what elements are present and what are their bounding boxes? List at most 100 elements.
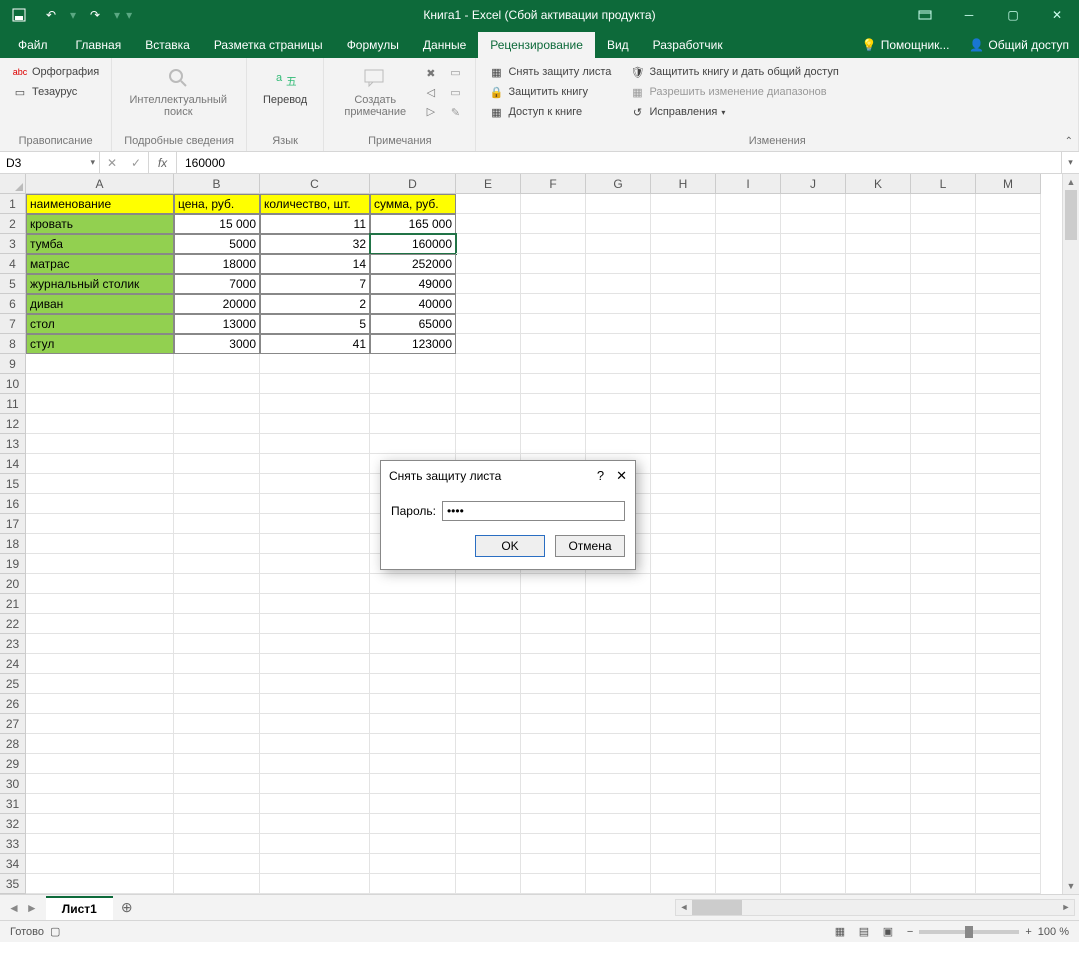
row-header[interactable]: 11 xyxy=(0,394,26,414)
cell[interactable] xyxy=(846,294,911,314)
cell[interactable] xyxy=(846,514,911,534)
cell[interactable] xyxy=(846,194,911,214)
cell[interactable] xyxy=(781,514,846,534)
cell[interactable] xyxy=(781,374,846,394)
cell[interactable] xyxy=(370,854,456,874)
cell[interactable] xyxy=(174,714,260,734)
cell[interactable] xyxy=(781,334,846,354)
cell[interactable] xyxy=(911,814,976,834)
col-header-C[interactable]: C xyxy=(260,174,370,194)
cell[interactable] xyxy=(456,334,521,354)
cell[interactable] xyxy=(846,614,911,634)
cell[interactable]: стул xyxy=(26,334,174,354)
cell[interactable] xyxy=(586,654,651,674)
cell[interactable] xyxy=(456,754,521,774)
smart-lookup-button[interactable]: Интеллектуальный поиск xyxy=(120,62,236,120)
cell[interactable]: количество, шт. xyxy=(260,194,370,214)
cell[interactable] xyxy=(911,214,976,234)
cell[interactable] xyxy=(456,774,521,794)
cell[interactable] xyxy=(651,374,716,394)
cell[interactable] xyxy=(976,874,1041,894)
cell[interactable] xyxy=(976,694,1041,714)
cell[interactable] xyxy=(260,614,370,634)
cell[interactable] xyxy=(456,274,521,294)
cell[interactable] xyxy=(781,874,846,894)
cell[interactable] xyxy=(911,194,976,214)
cell[interactable] xyxy=(26,454,174,474)
cell[interactable] xyxy=(716,654,781,674)
cell[interactable] xyxy=(911,594,976,614)
cell[interactable] xyxy=(174,514,260,534)
cell[interactable] xyxy=(716,474,781,494)
vertical-scrollbar[interactable]: ▲ ▼ xyxy=(1062,174,1079,894)
cell[interactable] xyxy=(846,654,911,674)
maximize-icon[interactable]: ▢ xyxy=(991,0,1035,30)
cell[interactable] xyxy=(260,774,370,794)
row-header[interactable]: 32 xyxy=(0,814,26,834)
cell[interactable] xyxy=(456,574,521,594)
cell[interactable] xyxy=(174,534,260,554)
cell[interactable] xyxy=(26,534,174,554)
thesaurus-button[interactable]: ▭Тезаурус xyxy=(12,84,99,100)
cell[interactable] xyxy=(174,454,260,474)
cell[interactable] xyxy=(174,654,260,674)
cell[interactable] xyxy=(716,554,781,574)
cell[interactable] xyxy=(26,634,174,654)
cell[interactable] xyxy=(260,434,370,454)
prev-comment-icon[interactable]: ◁ xyxy=(427,86,435,99)
password-input[interactable] xyxy=(442,501,625,521)
cell[interactable] xyxy=(521,234,586,254)
cell[interactable]: 7 xyxy=(260,274,370,294)
tab-developer[interactable]: Разработчик xyxy=(641,32,735,58)
cell[interactable]: 11 xyxy=(260,214,370,234)
row-header[interactable]: 28 xyxy=(0,734,26,754)
cell[interactable] xyxy=(260,554,370,574)
cell[interactable] xyxy=(846,394,911,414)
cell[interactable] xyxy=(846,434,911,454)
cell[interactable] xyxy=(716,354,781,374)
cell[interactable] xyxy=(911,794,976,814)
cancel-button[interactable]: Отмена xyxy=(555,535,625,557)
cell[interactable] xyxy=(651,854,716,874)
cell[interactable]: 18000 xyxy=(174,254,260,274)
cell[interactable] xyxy=(521,634,586,654)
sheet-tab-active[interactable]: Лист1 xyxy=(46,896,113,920)
cell[interactable] xyxy=(716,714,781,734)
cell[interactable] xyxy=(456,714,521,734)
cell[interactable]: 32 xyxy=(260,234,370,254)
cell[interactable] xyxy=(846,494,911,514)
cell[interactable] xyxy=(651,274,716,294)
tab-review[interactable]: Рецензирование xyxy=(478,32,595,58)
cell[interactable] xyxy=(260,494,370,514)
tell-me[interactable]: 💡Помощник... xyxy=(852,32,960,58)
cell[interactable] xyxy=(911,754,976,774)
cell[interactable] xyxy=(456,634,521,654)
cell[interactable] xyxy=(260,754,370,774)
cell[interactable] xyxy=(456,314,521,334)
cell[interactable] xyxy=(781,834,846,854)
cell[interactable] xyxy=(781,194,846,214)
cell[interactable] xyxy=(260,814,370,834)
cell[interactable] xyxy=(976,474,1041,494)
cell[interactable] xyxy=(976,294,1041,314)
row-header[interactable]: 30 xyxy=(0,774,26,794)
cell[interactable] xyxy=(716,214,781,234)
cell[interactable] xyxy=(586,274,651,294)
cell[interactable] xyxy=(174,734,260,754)
cell[interactable] xyxy=(586,814,651,834)
accept-formula-icon[interactable]: ✓ xyxy=(124,156,148,170)
scroll-right-icon[interactable]: ► xyxy=(1058,900,1074,915)
cell[interactable] xyxy=(911,334,976,354)
scroll-up-icon[interactable]: ▲ xyxy=(1063,174,1079,190)
cell[interactable] xyxy=(456,434,521,454)
redo-icon[interactable]: ↷ xyxy=(82,4,108,26)
cell[interactable] xyxy=(846,374,911,394)
cell[interactable] xyxy=(586,334,651,354)
cell[interactable] xyxy=(174,414,260,434)
cell[interactable] xyxy=(370,674,456,694)
cell[interactable] xyxy=(716,274,781,294)
cell[interactable] xyxy=(716,614,781,634)
cell[interactable] xyxy=(716,574,781,594)
cell[interactable] xyxy=(716,674,781,694)
zoom-level[interactable]: 100 % xyxy=(1038,926,1069,938)
